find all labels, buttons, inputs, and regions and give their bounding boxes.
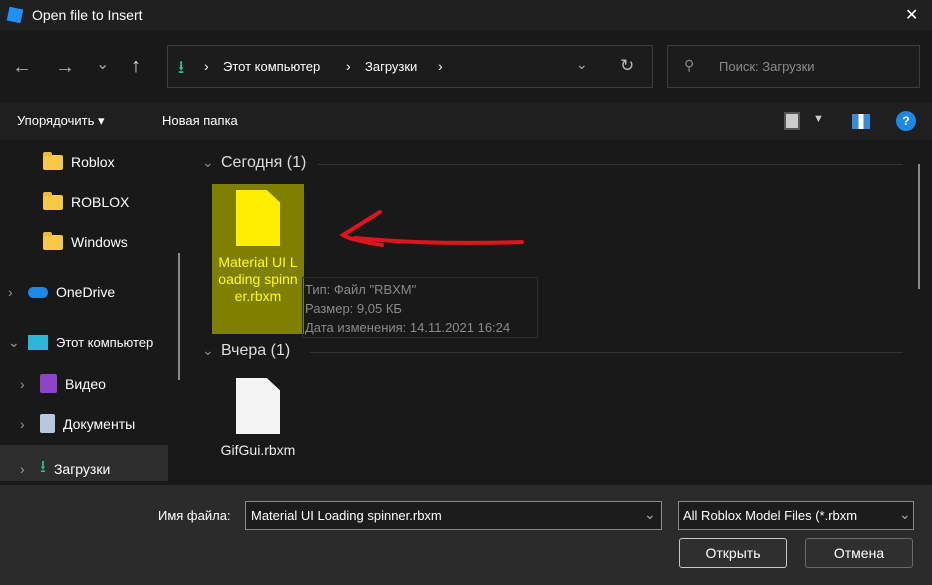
sidebar-item-downloads[interactable]: › ⭳ Загрузки [20,454,110,483]
group-header-today[interactable]: Сегодня (1) [221,154,306,172]
computer-icon [28,335,48,350]
new-folder-button[interactable]: Новая папка [162,113,238,128]
sidebar-item-label: Этот компьютер [56,335,154,350]
navigation-pane: Roblox ROBLOX Windows › OneDrive ⌄ Этот ко… [0,140,190,485]
tooltip-date: Дата изменения: 14.11.2021 16:24 [305,320,511,335]
file-tooltip: Тип: Файл "RBXM" Размер: 9,05 КБ Дата из… [302,277,538,338]
address-bar[interactable]: ⭳ › Этот компьютер › Загрузки › ⌄ ↻ [167,45,653,88]
sidebar-item-documents[interactable]: › Документы [20,414,135,433]
file-icon [236,378,280,434]
cancel-button[interactable]: Отмена [805,538,913,568]
sidebar-item-label: ROBLOX [71,194,130,210]
filename-value: Material UI Loading spinner.rbxm [251,508,442,523]
red-arrow-annotation [339,210,524,247]
file-name: GifGui.rbxm [220,442,296,458]
sidebar-item-videos[interactable]: › Видео [20,374,106,393]
downloads-icon: ⭳ [178,57,185,77]
search-icon: ⚲ [684,57,695,73]
view-options-icon[interactable] [784,112,800,130]
file-item[interactable]: GifGui.rbxm [212,374,304,484]
chevron-down-icon: ⌄ [8,334,20,350]
sidebar-item-label: Документы [63,415,136,432]
sidebar-item-label: Видео [65,375,106,392]
sidebar-item-roblox[interactable]: Roblox [43,151,115,170]
view-dropdown-icon[interactable]: ▼ [813,113,824,125]
breadcrumb-this-pc[interactable]: Этот компьютер [223,59,320,74]
filename-label: Имя файла: [158,508,231,523]
search-placeholder: Поиск: Загрузки [719,59,815,74]
search-input[interactable]: ⚲ Поиск: Загрузки [667,45,920,88]
group-header-yesterday[interactable]: Вчера (1) [221,342,290,360]
sidebar-item-roblox-upper[interactable]: ROBLOX [43,191,130,210]
sidebar-item-label: Windows [71,234,128,250]
file-type-select[interactable]: All Roblox Model Files (*.rbxm ⌄ [678,501,914,530]
open-button[interactable]: Открыть [679,538,787,568]
file-type-value: All Roblox Model Files (*.rbxm [683,508,858,523]
file-list-scrollbar[interactable] [918,164,920,289]
window-title: Open file to Insert [32,7,143,23]
help-button[interactable]: ? [896,111,916,131]
tooltip-type: Тип: Файл "RBXM" [305,282,417,297]
sidebar-item-onedrive[interactable]: › OneDrive [8,284,115,300]
address-dropdown-icon[interactable]: ⌄ [576,56,588,73]
document-icon [40,414,55,433]
downloads-icon: ⭳ [40,457,46,476]
app-icon [6,6,24,24]
file-name: Material UI Loading spinner.rbxm [218,254,298,304]
video-icon [40,374,57,393]
sidebar-item-this-pc[interactable]: ⌄ Этот компьютер [8,334,170,351]
sidebar-item-label: Загрузки [53,460,111,477]
command-bar: Упорядочить ▾ Новая папка ▼ ? [0,103,932,140]
breadcrumb-downloads[interactable]: Загрузки [365,59,417,74]
folder-icon [43,151,63,170]
folder-icon [43,191,63,210]
breadcrumb-separator: › [346,58,351,74]
title-bar: Open file to Insert ✕ [0,0,932,30]
breadcrumb-separator: › [204,58,209,74]
up-button[interactable]: ↑ [131,55,141,78]
sidebar-item-label: Roblox [71,154,115,170]
bottom-panel: Имя файла: Material UI Loading spinner.r… [0,485,932,585]
group-chevron-icon[interactable]: ⌄ [202,154,214,171]
sidebar-item-windows[interactable]: Windows [43,231,128,250]
filename-input[interactable]: Material UI Loading spinner.rbxm ⌄ [245,501,662,530]
folder-icon [43,231,63,250]
chevron-right-icon: › [20,375,25,392]
back-button[interactable]: ← [12,56,32,79]
sidebar-scrollbar[interactable] [178,253,180,380]
cloud-icon [28,286,48,298]
chevron-down-icon[interactable]: ⌄ [644,506,656,523]
group-divider [310,352,903,353]
file-icon [236,190,280,246]
chevron-down-icon[interactable]: ⌄ [899,506,911,523]
group-chevron-icon[interactable]: ⌄ [202,342,214,359]
file-list: ⌄ Сегодня (1) Material UI Loading spinne… [190,140,932,485]
breadcrumb-separator: › [438,58,443,74]
organize-button[interactable]: Упорядочить ▾ [17,113,105,129]
preview-pane-icon[interactable] [852,114,870,129]
close-button[interactable]: ✕ [905,5,918,25]
file-item-selected[interactable]: Material UI Loading spinner.rbxm [212,184,304,334]
forward-button[interactable]: → [55,56,75,79]
chevron-right-icon: › [8,284,13,300]
chevron-right-icon: › [20,415,25,432]
navigation-bar: ← → ⌄ ↑ ⭳ › Этот компьютер › Загрузки › … [0,30,932,103]
sidebar-item-label: OneDrive [56,284,116,300]
group-divider [318,164,903,165]
tooltip-size: Размер: 9,05 КБ [305,301,402,316]
chevron-right-icon: › [20,460,25,477]
recent-locations-button[interactable]: ⌄ [96,54,109,74]
refresh-icon[interactable]: ↻ [620,56,634,76]
